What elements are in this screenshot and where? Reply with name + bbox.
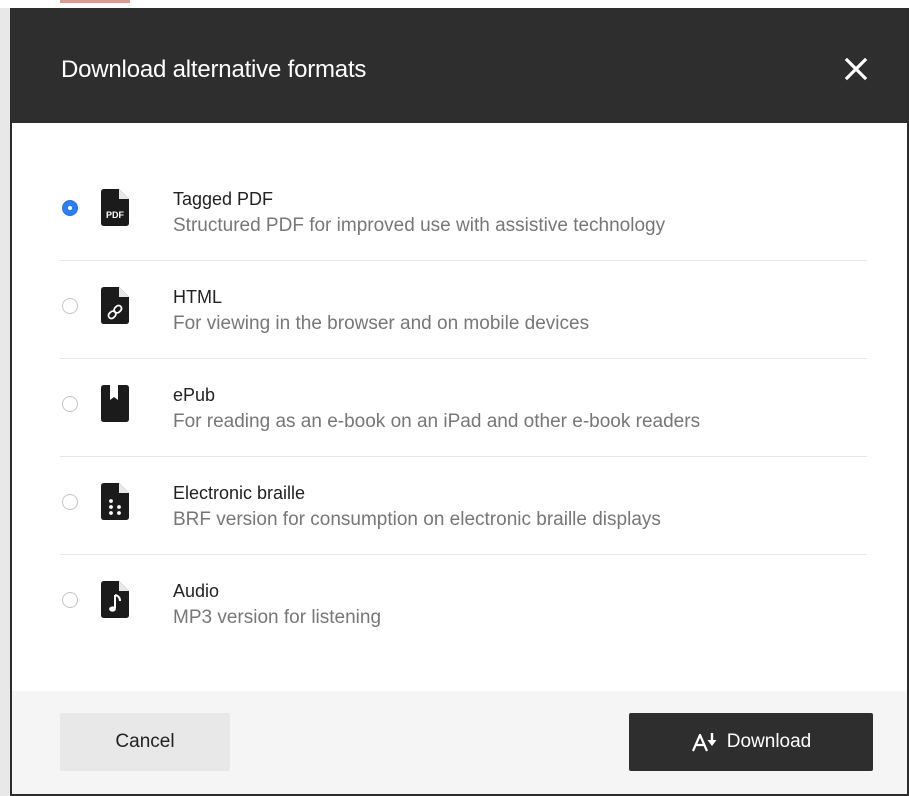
pdf-file-icon: PDF <box>101 189 129 226</box>
option-title: Electronic braille <box>173 483 306 503</box>
option-description: Structured PDF for improved use with ass… <box>173 215 666 236</box>
book-icon <box>101 385 129 422</box>
background-accent <box>60 0 130 3</box>
window-frame-left <box>0 8 10 796</box>
dialog-header: Download alternative formats <box>12 8 907 123</box>
option-audio[interactable]: Audio MP3 version for listening <box>60 555 867 653</box>
option-title: Tagged PDF <box>173 189 274 209</box>
radio-epub[interactable] <box>62 396 78 412</box>
close-button[interactable] <box>839 52 873 86</box>
link-file-icon <box>101 287 129 324</box>
option-description: MP3 version for listening <box>173 607 382 628</box>
radio-html[interactable] <box>62 298 78 314</box>
option-title: Audio <box>173 581 220 601</box>
option-description: For viewing in the browser and on mobile… <box>173 313 590 334</box>
window-frame-top <box>0 0 909 8</box>
option-description: BRF version for consumption on electroni… <box>173 509 661 530</box>
option-html[interactable]: HTML For viewing in the browser and on m… <box>60 261 867 359</box>
dialog-title: Download alternative formats <box>61 56 367 83</box>
accessible-download-icon <box>691 731 719 753</box>
option-electronic-braille[interactable]: Electronic braille BRF version for consu… <box>60 457 867 555</box>
radio-audio[interactable] <box>62 592 78 608</box>
option-description: For reading as an e-book on an iPad and … <box>173 411 701 432</box>
option-epub[interactable]: ePub For reading as an e-book on an iPad… <box>60 359 867 457</box>
format-list: PDF Tagged PDF Structured PDF for improv… <box>12 123 907 691</box>
radio-tagged-pdf[interactable] <box>62 200 78 216</box>
option-tagged-pdf[interactable]: PDF Tagged PDF Structured PDF for improv… <box>60 163 867 261</box>
download-button[interactable]: Download <box>629 713 873 771</box>
download-dialog: Download alternative formats PDF Tagged … <box>10 8 909 796</box>
dialog-footer: Cancel Download <box>12 691 907 794</box>
audio-file-icon <box>101 581 129 618</box>
close-icon <box>844 57 868 81</box>
pdf-icon-label: PDF <box>106 210 125 220</box>
radio-electronic-braille[interactable] <box>62 494 78 510</box>
braille-file-icon <box>101 483 129 520</box>
option-title: HTML <box>173 287 222 307</box>
download-button-label: Download <box>726 731 812 752</box>
option-title: ePub <box>173 385 216 405</box>
cancel-button[interactable]: Cancel <box>60 713 230 771</box>
